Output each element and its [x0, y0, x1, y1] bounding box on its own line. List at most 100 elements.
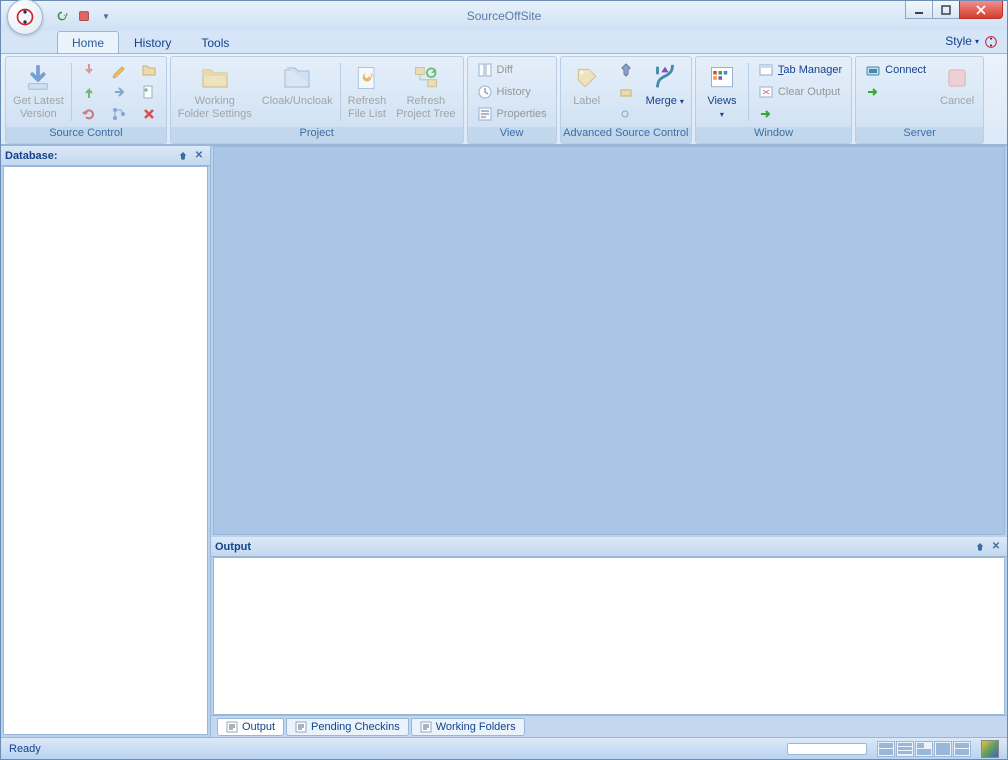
database-panel-title: Database:: [5, 150, 58, 162]
server-extra-button[interactable]: [860, 81, 931, 103]
pin-icon: [975, 542, 985, 552]
qat-refresh-button[interactable]: [53, 7, 71, 25]
titlebar: ▼ SourceOffSite: [1, 1, 1007, 31]
share-button[interactable]: [106, 81, 132, 103]
arrow-right-green-icon: [865, 84, 881, 100]
connect-button[interactable]: Connect: [860, 59, 931, 81]
database-panel: Database: ✕: [1, 146, 211, 737]
tray-icon[interactable]: [981, 740, 999, 758]
refresh-file-list-button[interactable]: Refresh File List: [343, 59, 392, 125]
branch-button[interactable]: [106, 103, 132, 125]
view-mode-2[interactable]: [896, 741, 914, 757]
undo-checkout-button[interactable]: [76, 103, 102, 125]
bottom-tab-working[interactable]: Working Folders: [411, 718, 525, 736]
close-button[interactable]: [959, 1, 1003, 19]
merge-icon: [649, 62, 681, 94]
properties-button[interactable]: Properties: [472, 103, 552, 125]
checkout-button[interactable]: [76, 59, 102, 81]
views-label: Views: [707, 95, 736, 107]
cloak-icon: [281, 62, 313, 94]
folder-plus-icon: [141, 62, 157, 78]
output-panel: Output ✕ Output Pending Checkins Working…: [211, 537, 1007, 737]
unpin-button[interactable]: [613, 81, 639, 103]
file-plus-icon: [141, 84, 157, 100]
tab-home[interactable]: Home: [57, 31, 119, 53]
app-window: ▼ SourceOffSite Home History Tools Style…: [0, 0, 1008, 760]
label-button[interactable]: Label: [563, 59, 611, 125]
x-icon: ✕: [992, 541, 1000, 552]
refresh-tree-icon: [410, 62, 442, 94]
view-mode-5[interactable]: [953, 741, 971, 757]
checkin-button[interactable]: [76, 81, 102, 103]
pencil-icon: [111, 62, 127, 78]
add-file-button[interactable]: [136, 81, 162, 103]
view-mode-3[interactable]: [915, 741, 933, 757]
ribbon-group-view: Diff History Properties View: [467, 56, 557, 144]
label-btn-label: Label: [573, 95, 600, 108]
pin-button[interactable]: [613, 59, 639, 81]
app-menu-orb[interactable]: [7, 0, 43, 35]
tab-history[interactable]: History: [119, 31, 186, 53]
clock-icon: [477, 84, 493, 100]
output-text-area[interactable]: [213, 557, 1005, 715]
maximize-button[interactable]: [932, 1, 960, 19]
diff-label: Diff: [497, 64, 513, 76]
share-icon: [111, 84, 127, 100]
properties-icon: [477, 106, 493, 122]
style-dropdown[interactable]: Style▾: [945, 34, 979, 48]
chevron-down-icon: ▾: [680, 97, 684, 106]
views-button[interactable]: Views▾: [698, 59, 746, 125]
bottom-tab-working-label: Working Folders: [436, 721, 516, 733]
cloak-uncloak-button[interactable]: Cloak/Uncloak: [257, 59, 338, 125]
clear-output-button[interactable]: Clear Output: [753, 81, 847, 103]
group-label-window: Window: [696, 127, 851, 143]
pin-output-button[interactable]: [973, 540, 987, 554]
add-folder-button[interactable]: [136, 59, 162, 81]
folder-gear-icon: [199, 62, 231, 94]
qat-stop-button[interactable]: [75, 7, 93, 25]
bottom-tab-output-label: Output: [242, 721, 275, 733]
close-output-button[interactable]: ✕: [989, 540, 1003, 554]
close-icon: [975, 5, 987, 15]
minimize-button[interactable]: [905, 1, 933, 19]
view-mode-4[interactable]: [934, 741, 952, 757]
connect-label: Connect: [885, 64, 926, 76]
connect-icon: [865, 62, 881, 78]
cancel-icon: [941, 62, 973, 94]
delete-button[interactable]: [136, 103, 162, 125]
diff-button[interactable]: Diff: [472, 59, 552, 81]
tab-tools[interactable]: Tools: [186, 31, 244, 53]
working-folder-settings-button[interactable]: Working Folder Settings: [173, 59, 257, 125]
bottom-tab-pending[interactable]: Pending Checkins: [286, 718, 409, 736]
quick-access-toolbar: ▼: [53, 7, 115, 25]
merge-button[interactable]: Merge ▾: [641, 59, 689, 125]
close-panel-button[interactable]: ✕: [192, 149, 206, 163]
chevron-down-icon: ▾: [975, 37, 979, 46]
document-area[interactable]: [213, 146, 1005, 535]
window-extra-button[interactable]: [753, 103, 847, 125]
history-button[interactable]: History: [472, 81, 552, 103]
ribbon-group-advanced: Label Merge ▾ Advanced Source Control: [560, 56, 692, 144]
qat-dropdown-button[interactable]: ▼: [97, 7, 115, 25]
view-mode-1[interactable]: [877, 741, 895, 757]
bottom-tab-output[interactable]: Output: [217, 718, 284, 736]
database-tree[interactable]: [3, 166, 208, 735]
group-label-advanced: Advanced Source Control: [561, 127, 691, 143]
clear-output-label: Clear Output: [778, 86, 840, 98]
tab-manager-icon: [758, 62, 774, 78]
refresh-project-tree-button[interactable]: Refresh Project Tree: [391, 59, 460, 125]
get-latest-label: Get Latest Version: [13, 95, 64, 120]
stop-icon: [77, 9, 91, 23]
group-label-project: Project: [171, 127, 463, 143]
views-icon: [706, 62, 738, 94]
pin-small-icon: [618, 62, 634, 78]
link-button[interactable]: [613, 103, 639, 125]
cancel-button[interactable]: Cancel: [933, 59, 981, 125]
edit-button[interactable]: [106, 59, 132, 81]
pin-panel-button[interactable]: [176, 149, 190, 163]
group-label-view: View: [468, 127, 556, 143]
help-icon-button[interactable]: [983, 34, 999, 50]
get-latest-version-button[interactable]: Get Latest Version: [8, 59, 69, 125]
minimize-icon: [914, 5, 924, 15]
tab-manager-button[interactable]: Tab Manager: [753, 59, 847, 81]
